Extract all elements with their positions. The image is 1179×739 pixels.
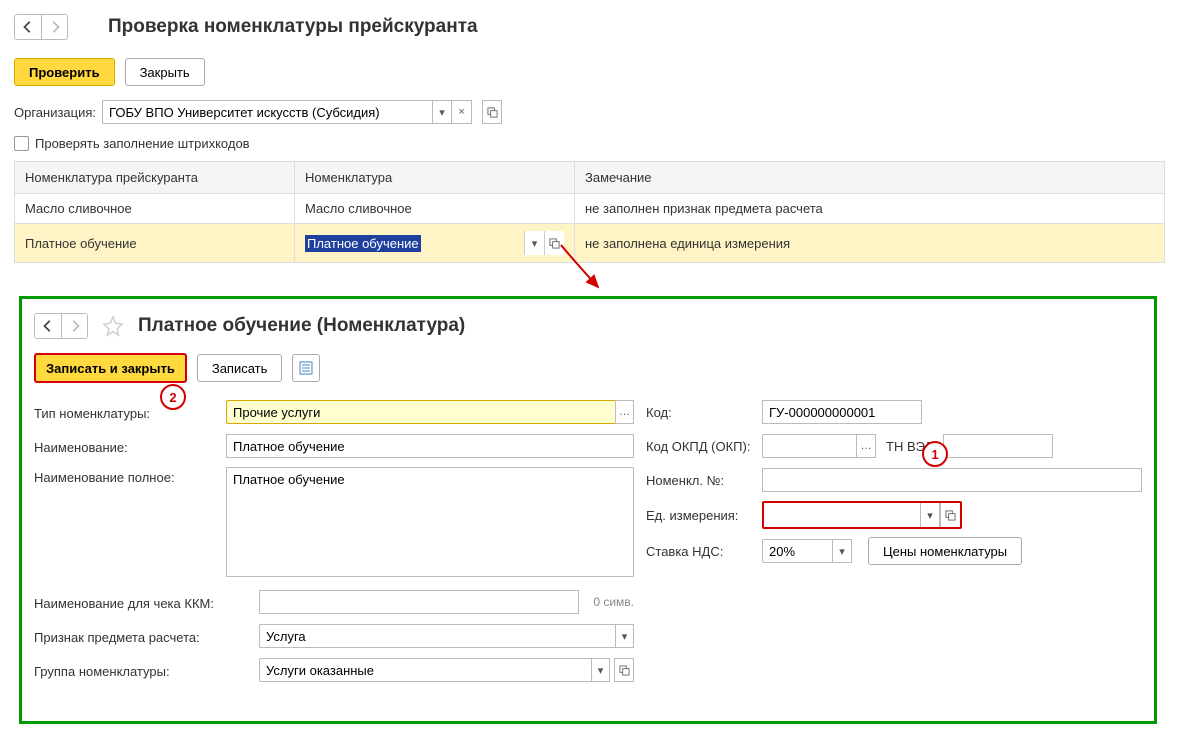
okpd-select-button[interactable]: … (856, 434, 876, 458)
sub-nav-arrows (34, 313, 88, 339)
okpd-label: Код ОКПД (ОКП): (646, 439, 762, 454)
full-name-textarea[interactable] (226, 467, 634, 577)
kkm-input[interactable] (259, 590, 579, 614)
org-label: Организация: (14, 105, 96, 120)
subject-input[interactable] (259, 624, 615, 648)
th-0[interactable]: Номенклатура прейскуранта (15, 162, 295, 194)
cell: не заполнен признак предмета расчета (575, 194, 1165, 224)
cell: Платное обучение (15, 224, 295, 263)
org-input[interactable] (102, 100, 432, 124)
th-2[interactable]: Замечание (575, 162, 1165, 194)
list-icon-button[interactable] (292, 354, 320, 382)
marker-1: 1 (922, 441, 948, 467)
nav-arrows (14, 14, 68, 40)
prices-button[interactable]: Цены номенклатуры (868, 537, 1022, 565)
type-input[interactable] (226, 400, 615, 424)
cell-dropdown-button[interactable]: ▾ (524, 231, 544, 255)
sub-back-button[interactable] (35, 314, 61, 338)
name-label: Наименование: (34, 437, 226, 455)
unit-dropdown-button[interactable]: ▾ (920, 503, 940, 527)
unit-input[interactable] (764, 503, 920, 527)
back-button[interactable] (15, 15, 41, 39)
nomno-label: Номенкл. №: (646, 473, 762, 488)
unit-label: Ед. измерения: (646, 508, 762, 523)
cell: Платное обучение ▾ (295, 224, 575, 263)
table-row-selected[interactable]: Платное обучение Платное обучение ▾ не з… (15, 224, 1165, 263)
okpd-input[interactable] (762, 434, 856, 458)
kkm-label: Наименование для чека ККМ: (34, 593, 259, 611)
vat-input[interactable] (762, 539, 832, 563)
barcode-checkbox[interactable] (14, 136, 29, 151)
selected-text: Платное обучение (305, 235, 421, 252)
nomno-input[interactable] (762, 468, 1142, 492)
type-field-group: … (226, 400, 634, 424)
subject-dropdown-button[interactable]: ▾ (615, 624, 634, 648)
code-input[interactable] (762, 400, 922, 424)
th-1[interactable]: Номенклатура (295, 162, 575, 194)
full-name-label: Наименование полное: (34, 467, 226, 485)
close-button[interactable]: Закрыть (125, 58, 205, 86)
vat-label: Ставка НДС: (646, 544, 762, 559)
type-label: Тип номенклатуры: (34, 403, 226, 421)
unit-open-button[interactable] (940, 503, 960, 527)
page-title: Проверка номенклатуры прейскуранта (108, 16, 478, 38)
sub-forward-button[interactable] (61, 314, 87, 338)
org-field-group: ▾ × (102, 100, 472, 124)
sub-title: Платное обучение (Номенклатура) (138, 315, 465, 337)
vat-field-group: ▾ (762, 539, 852, 563)
name-input[interactable] (226, 434, 634, 458)
tnved-input[interactable] (943, 434, 1053, 458)
org-dropdown-button[interactable]: ▾ (432, 100, 452, 124)
forward-button[interactable] (41, 15, 67, 39)
star-icon[interactable] (102, 315, 124, 337)
subject-label: Признак предмета расчета: (34, 627, 259, 645)
group-input[interactable] (259, 658, 591, 682)
save-button[interactable]: Записать (197, 354, 283, 382)
org-open-button[interactable] (482, 100, 502, 124)
table-row[interactable]: Масло сливочное Масло сливочное не запол… (15, 194, 1165, 224)
code-label: Код: (646, 405, 762, 420)
subject-field-group: ▾ (259, 624, 634, 648)
group-field-group: ▾ (259, 658, 610, 682)
cell: не заполнена единица измерения (575, 224, 1165, 263)
group-label: Группа номенклатуры: (34, 661, 259, 679)
unit-field-group: ▾ (762, 501, 962, 529)
group-open-button[interactable] (614, 658, 634, 682)
marker-2: 2 (160, 384, 186, 410)
kkm-count: 0 симв. (593, 595, 634, 609)
cell: Масло сливочное (295, 194, 575, 224)
check-button[interactable]: Проверить (14, 58, 115, 86)
group-dropdown-button[interactable]: ▾ (591, 658, 610, 682)
type-select-button[interactable]: … (615, 400, 634, 424)
cell-open-button[interactable] (544, 231, 564, 255)
items-table: Номенклатура прейскуранта Номенклатура З… (14, 161, 1165, 263)
save-close-button[interactable]: Записать и закрыть (34, 353, 187, 383)
org-clear-button[interactable]: × (452, 100, 472, 124)
barcode-check-label: Проверять заполнение штрихкодов (35, 136, 250, 151)
okpd-field-group: … (762, 434, 876, 458)
vat-dropdown-button[interactable]: ▾ (832, 539, 852, 563)
cell: Масло сливочное (15, 194, 295, 224)
detail-window: Платное обучение (Номенклатура) Записать… (19, 296, 1157, 724)
